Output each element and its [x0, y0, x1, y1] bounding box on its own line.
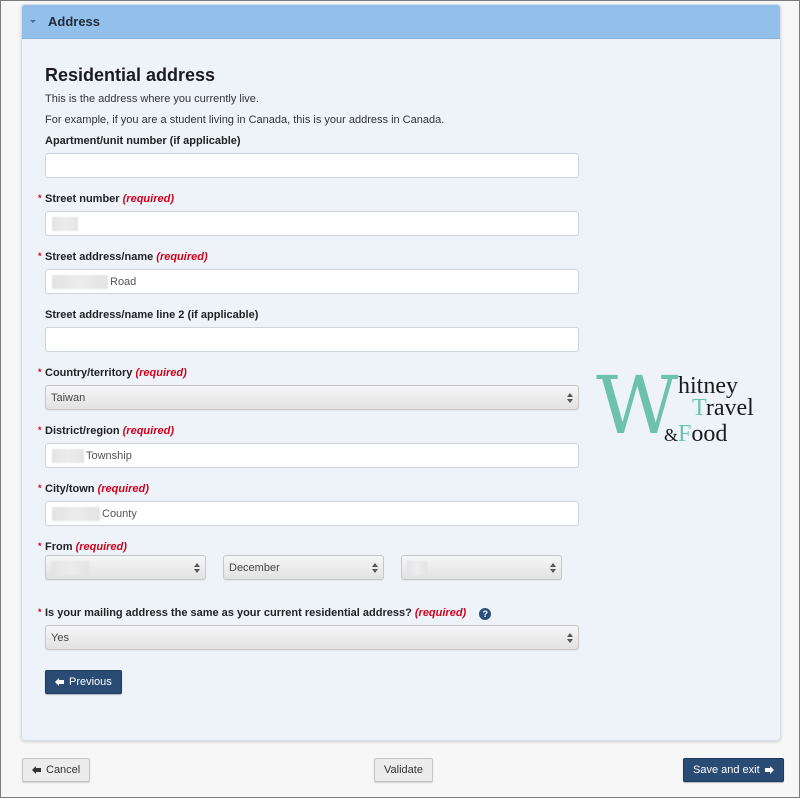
- street-line2-input[interactable]: [45, 327, 579, 352]
- required-tag: (required): [156, 251, 208, 263]
- street-line2-field: Street address/name line 2 (if applicabl…: [45, 308, 757, 352]
- watermark-logo: W hitney Travel &Food: [596, 366, 776, 454]
- intro-text-1: This is the address where you currently …: [45, 93, 259, 105]
- required-star-icon: *: [38, 541, 42, 551]
- mailing-same-label: * Is your mailing address the same as yo…: [38, 606, 757, 620]
- required-star-icon: *: [38, 425, 42, 435]
- required-star-icon: *: [38, 483, 42, 493]
- arrow-left-icon: [55, 678, 64, 686]
- required-tag: (required): [75, 541, 127, 553]
- arrow-right-icon: [764, 766, 774, 774]
- mailing-same-field: * Is your mailing address the same as yo…: [38, 606, 757, 650]
- from-day-select[interactable]: [401, 555, 562, 580]
- redacted-value: [52, 216, 78, 231]
- collapse-caret-icon[interactable]: [30, 20, 36, 23]
- required-tag: (required): [122, 193, 174, 205]
- panel-title: Address: [48, 14, 101, 29]
- intro-text-2: For example, if you are a student living…: [45, 114, 445, 126]
- city-field: * City/town (required) County: [38, 482, 757, 526]
- redacted-value: [52, 274, 108, 289]
- previous-button[interactable]: Previous: [45, 670, 122, 694]
- from-date-label: * From (required): [38, 541, 127, 553]
- country-select[interactable]: Taiwan: [45, 385, 579, 410]
- required-star-icon: *: [38, 367, 42, 377]
- select-arrows-icon: [372, 562, 378, 574]
- redacted-value: [407, 560, 427, 575]
- from-month-select[interactable]: December: [223, 555, 384, 580]
- date-selects: December: [45, 555, 757, 580]
- city-label: * City/town (required): [38, 483, 149, 495]
- validate-button[interactable]: Validate: [374, 758, 433, 782]
- required-star-icon: *: [38, 607, 42, 617]
- mailing-same-select[interactable]: Yes: [45, 625, 579, 650]
- save-and-exit-button[interactable]: Save and exit: [683, 758, 784, 782]
- redacted-value: [52, 506, 100, 521]
- apartment-input[interactable]: [45, 153, 579, 178]
- arrow-left-icon: [32, 766, 41, 774]
- select-arrows-icon: [550, 562, 556, 574]
- street-line2-label: Street address/name line 2 (if applicabl…: [45, 309, 259, 321]
- cancel-button[interactable]: Cancel: [22, 758, 91, 782]
- select-arrows-icon: [194, 562, 200, 574]
- apartment-field: Apartment/unit number (if applicable): [45, 134, 757, 178]
- street-name-input[interactable]: Road: [45, 269, 579, 294]
- street-number-label: * Street number (required): [38, 193, 174, 205]
- select-arrows-icon: [567, 632, 573, 644]
- logo-line-3: &Food: [664, 421, 728, 447]
- street-number-input[interactable]: [45, 211, 579, 236]
- redacted-value: [51, 560, 89, 575]
- district-input[interactable]: Township: [45, 443, 579, 468]
- from-year-select[interactable]: [45, 555, 206, 580]
- street-name-label: * Street address/name (required): [38, 251, 208, 263]
- required-star-icon: *: [38, 251, 42, 261]
- required-tag: (required): [122, 425, 174, 437]
- help-icon[interactable]: ?: [479, 608, 492, 620]
- redacted-value: [52, 448, 84, 463]
- apartment-label: Apartment/unit number (if applicable): [45, 135, 241, 147]
- street-name-field: * Street address/name (required) Road: [38, 250, 757, 294]
- required-tag: (required): [97, 483, 149, 495]
- from-date-field: * From (required) December: [38, 540, 757, 580]
- required-tag: (required): [135, 367, 187, 379]
- required-tag: (required): [414, 607, 467, 619]
- street-number-field: * Street number (required): [38, 192, 757, 236]
- logo-line-2: Travel: [692, 395, 754, 421]
- panel-header[interactable]: Address: [22, 5, 780, 39]
- select-arrows-icon: [567, 392, 573, 404]
- section-heading: Residential address: [45, 65, 216, 85]
- logo-big-letter: W: [596, 359, 678, 452]
- city-input[interactable]: County: [45, 501, 579, 526]
- required-star-icon: *: [38, 193, 42, 203]
